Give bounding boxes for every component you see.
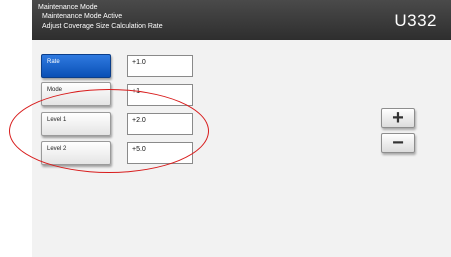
level-1-button-label: Level 1 <box>47 117 67 123</box>
mode-button[interactable]: Mode <box>41 82 111 106</box>
rate-button[interactable]: Rate <box>41 54 111 78</box>
level-1-value: +2.0 <box>132 117 146 124</box>
level-2-button-label: Level 2 <box>47 146 67 152</box>
mode-value-field: +1 <box>127 84 193 106</box>
rate-button-label: Rate <box>47 59 60 65</box>
level-2-value-field: +5.0 <box>127 142 193 164</box>
mode-status: Maintenance Mode Active <box>42 13 123 20</box>
level-2-value: +5.0 <box>132 146 146 153</box>
maintenance-code: U332 <box>394 11 437 30</box>
decrement-button[interactable]: − <box>381 133 415 153</box>
mode-value: +1 <box>132 88 140 95</box>
rate-value-field: +1.0 <box>127 55 193 77</box>
increment-button[interactable]: + <box>381 108 415 128</box>
header-bar: Maintenance Mode Maintenance Mode Active… <box>32 0 451 40</box>
level-1-button[interactable]: Level 1 <box>41 112 111 136</box>
plus-icon: + <box>392 107 404 129</box>
mode-title: Maintenance Mode <box>38 4 98 11</box>
level-1-value-field: +2.0 <box>127 113 193 135</box>
setting-title: Adjust Coverage Size Calculation Rate <box>42 23 163 30</box>
mode-button-label: Mode <box>47 87 63 93</box>
rate-value: +1.0 <box>132 59 146 66</box>
minus-icon: − <box>392 132 404 154</box>
level-2-button[interactable]: Level 2 <box>41 141 111 165</box>
